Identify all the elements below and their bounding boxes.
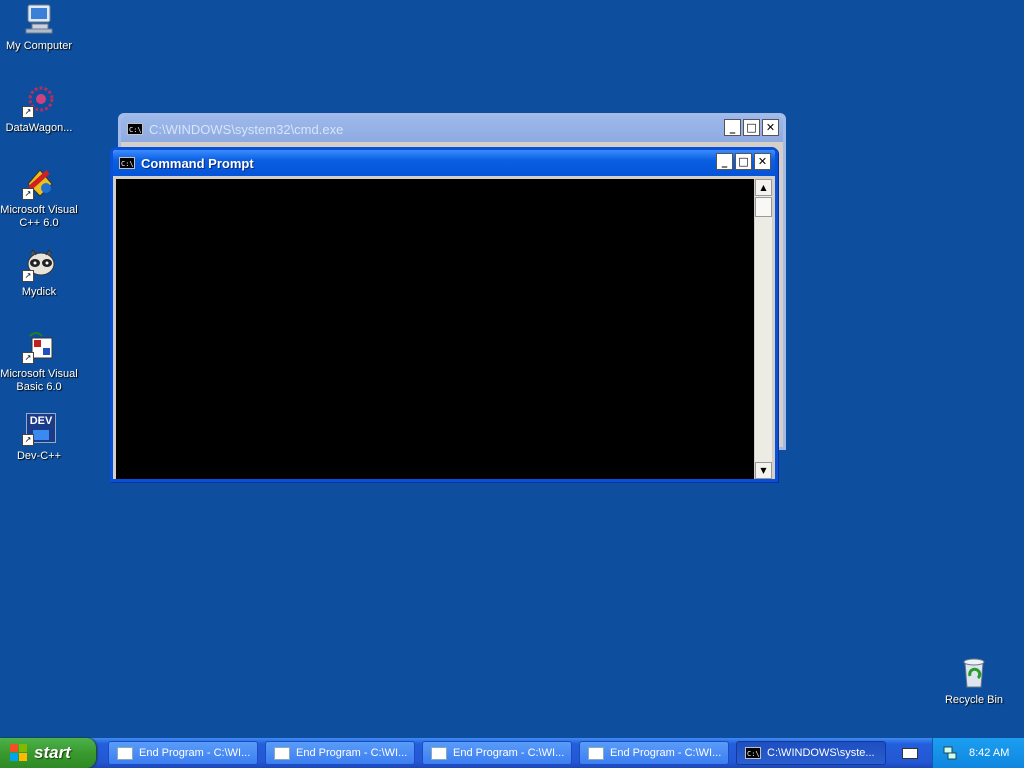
taskbar-item-label: End Program - C:\WI... [610,747,722,759]
close-button[interactable]: ✕ [762,119,779,136]
cmd-icon: C:\ [745,747,761,759]
window-title: C:\WINDOWS\system32\cmd.exe [149,121,344,137]
keyboard-icon [902,747,918,759]
vertical-scrollbar[interactable]: ▲ ▼ [754,179,772,479]
taskbar-item-label: End Program - C:\WI... [139,747,251,759]
scroll-up-button[interactable]: ▲ [755,179,772,196]
window-titlebar[interactable]: C:\ Command Prompt _ □ ✕ [113,150,775,176]
desktop-icon-dev-cpp[interactable]: DEV ↗ Dev-C++ [0,412,78,463]
maximize-button[interactable]: □ [735,153,752,170]
computer-icon [22,2,56,36]
system-tray: 8:42 AM [932,738,1024,768]
desktop-icon-visual-cpp[interactable]: ↗ Microsoft Visual C++ 6.0 [0,166,78,230]
desktop-icon-label: Dev-C++ [16,450,62,462]
desktop-icon-visual-basic[interactable]: ↗ Microsoft Visual Basic 6.0 [0,330,78,394]
desktop-icon-label: DataWagon... [5,122,73,134]
raccoon-icon: ↗ [22,248,56,282]
taskbar: start End Program - C:\WI... End Program… [0,738,1024,768]
window-icon [117,746,133,760]
desktop-icon-my-computer[interactable]: My Computer [0,2,78,53]
console-output-area[interactable] [116,179,756,479]
start-button[interactable]: start [0,738,96,768]
window-titlebar[interactable]: C:\ C:\WINDOWS\system32\cmd.exe _ □ ✕ [121,116,783,142]
window-icon [588,746,604,760]
network-icon[interactable] [943,746,957,760]
minimize-button[interactable]: _ [724,119,741,136]
desktop-icon-recycle-bin[interactable]: Recycle Bin [935,656,1013,707]
close-button[interactable]: ✕ [754,153,771,170]
taskbar-item-cmd[interactable]: C:\ C:\WINDOWS\syste... [736,741,886,765]
shortcut-arrow-icon: ↗ [22,434,34,446]
shortcut-arrow-icon: ↗ [22,270,34,282]
desktop: My Computer ↗ DataWagon... ↗ Microsoft V… [0,0,1024,738]
dev-cpp-icon: DEV ↗ [22,412,56,446]
desktop-icon-label: My Computer [5,40,73,52]
taskbar-item-end-program-1[interactable]: End Program - C:\WI... [108,741,258,765]
cmd-icon: C:\ [127,123,143,135]
desktop-icon-datawagon[interactable]: ↗ DataWagon... [0,84,78,135]
shortcut-arrow-icon: ↗ [22,106,34,118]
visual-cpp-icon: ↗ [22,166,56,200]
shortcut-arrow-icon: ↗ [22,188,34,200]
desktop-icon-label: Recycle Bin [944,694,1004,706]
window-icon [431,746,447,760]
window-title: Command Prompt [141,155,254,171]
desktop-icon-mydick[interactable]: ↗ Mydick [0,248,78,299]
window-icon [274,746,290,760]
recycle-bin-icon [957,656,991,690]
datawagon-icon: ↗ [22,84,56,118]
maximize-button[interactable]: □ [743,119,760,136]
language-bar-button[interactable] [897,742,923,764]
taskbar-item-label: End Program - C:\WI... [296,747,408,759]
taskbar-item-label: End Program - C:\WI... [453,747,565,759]
taskbar-item-label: C:\WINDOWS\syste... [767,747,875,759]
desktop-icon-label: Microsoft Visual Basic 6.0 [0,368,78,393]
start-label: start [34,743,71,762]
desktop-icon-label: Microsoft Visual C++ 6.0 [0,204,78,229]
taskbar-item-end-program-4[interactable]: End Program - C:\WI... [579,741,729,765]
cmd-icon: C:\ [119,157,135,169]
clock[interactable]: 8:42 AM [969,747,1009,759]
dev-badge: DEV [29,415,53,427]
visual-basic-icon: ↗ [22,330,56,364]
command-prompt-window[interactable]: C:\ Command Prompt _ □ ✕ ▲ ▼ [110,147,778,482]
windows-logo-icon [10,744,28,762]
shortcut-arrow-icon: ↗ [22,352,34,364]
scroll-thumb[interactable] [755,197,772,217]
taskbar-item-end-program-2[interactable]: End Program - C:\WI... [265,741,415,765]
minimize-button[interactable]: _ [716,153,733,170]
taskbar-item-end-program-3[interactable]: End Program - C:\WI... [422,741,572,765]
desktop-icon-label: Mydick [21,286,57,298]
scroll-down-button[interactable]: ▼ [755,462,772,479]
